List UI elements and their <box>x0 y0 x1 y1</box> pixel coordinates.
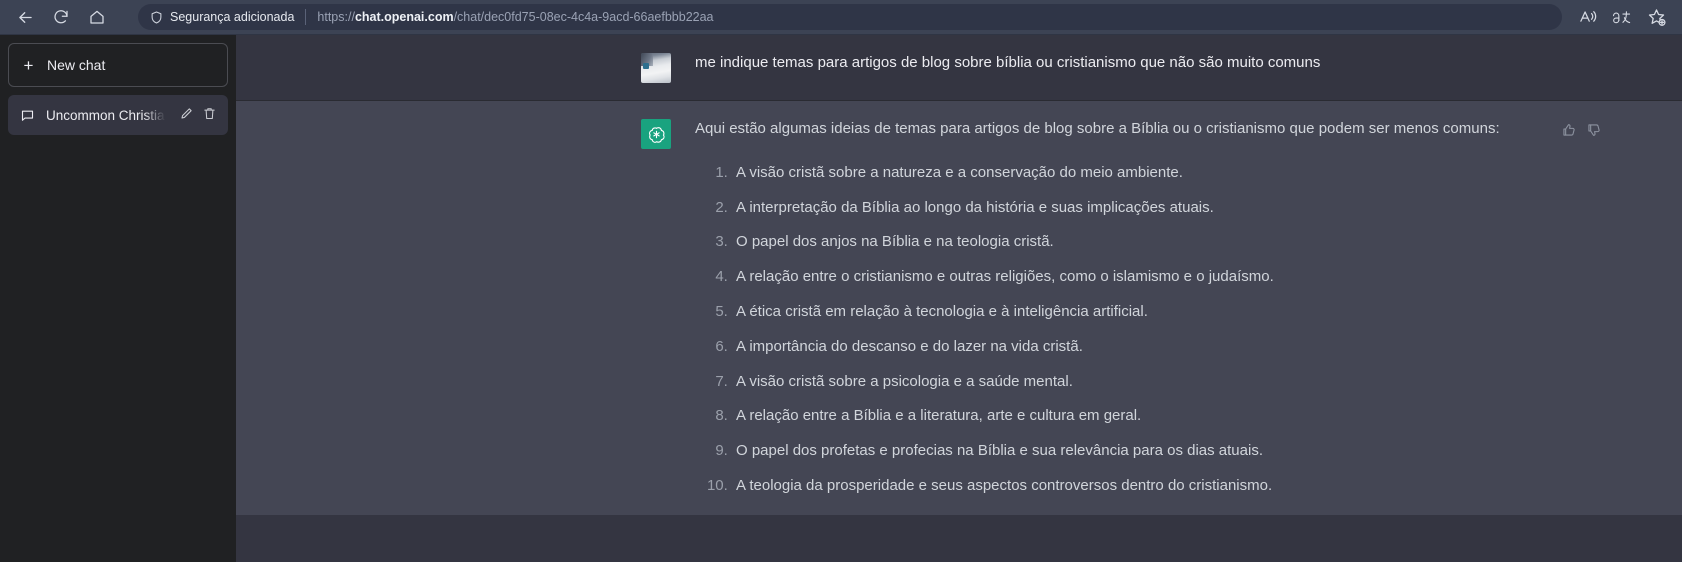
conversation: me indique temas para artigos de blog so… <box>236 35 1682 562</box>
browser-toolbar: Segurança adicionada https://chat.openai… <box>0 0 1682 35</box>
list-item: A importância do descanso e do lazer na … <box>732 336 1515 359</box>
avatar <box>641 53 671 83</box>
assistant-intro-text: Aqui estão algumas ideias de temas para … <box>695 120 1500 137</box>
list-item: O papel dos profetas e profecias na Bíbl… <box>732 440 1515 463</box>
list-item: A visão cristã sobre a psicologia e a sa… <box>732 371 1515 394</box>
chat-item-actions <box>179 106 217 124</box>
back-arrow-icon[interactable] <box>10 2 40 32</box>
user-message-text: me indique temas para artigos de blog so… <box>695 54 1321 71</box>
new-chat-label: New chat <box>47 57 106 73</box>
thumbs-down-icon[interactable] <box>1586 122 1602 138</box>
chat-bubble-icon <box>20 108 35 123</box>
list-item: A relação entre o cristianismo e outras … <box>732 266 1515 289</box>
url-scheme: https:// <box>317 10 355 24</box>
home-icon[interactable] <box>82 2 112 32</box>
add-favorite-icon[interactable] <box>1640 2 1672 32</box>
message-feedback-actions <box>1561 122 1602 138</box>
url-text: https://chat.openai.com/chat/dec0fd75-08… <box>317 10 713 24</box>
sidebar: + New chat Uncommon Christian Bl <box>0 35 236 562</box>
refresh-icon[interactable] <box>46 2 76 32</box>
list-item: A teologia da prosperidade e seus aspect… <box>732 475 1515 498</box>
security-shield-icon <box>149 10 164 25</box>
list-item: A relação entre a Bíblia e a literatura,… <box>732 405 1515 428</box>
chatgpt-logo-icon <box>641 119 671 149</box>
list-item: A interpretação da Bíblia ao longo da hi… <box>732 197 1515 220</box>
translate-icon[interactable] <box>1606 2 1638 32</box>
assistant-topic-list: A visão cristã sobre a natureza e a cons… <box>695 162 1515 498</box>
list-item: O papel dos anjos na Bíblia e na teologi… <box>732 231 1515 254</box>
list-item: A ética cristã em relação à tecnologia e… <box>732 301 1515 324</box>
app-shell: + New chat Uncommon Christian Bl <box>0 35 1682 562</box>
message-text: me indique temas para artigos de blog so… <box>695 52 1602 75</box>
sidebar-chat-item[interactable]: Uncommon Christian Bl <box>8 95 228 135</box>
omnibox-divider <box>305 9 307 25</box>
toolbar-actions <box>1572 2 1672 32</box>
plus-icon: + <box>23 55 34 75</box>
trash-icon[interactable] <box>202 106 217 124</box>
security-label: Segurança adicionada <box>170 10 295 24</box>
new-chat-button[interactable]: + New chat <box>8 43 228 87</box>
message-row-user: me indique temas para artigos de blog so… <box>236 35 1682 100</box>
message-row-assistant: Aqui estão algumas ideias de temas para … <box>236 100 1682 515</box>
read-aloud-icon[interactable] <box>1572 2 1604 32</box>
pencil-icon[interactable] <box>179 106 194 124</box>
chat-item-title: Uncommon Christian Bl <box>46 107 168 123</box>
thumbs-up-icon[interactable] <box>1561 122 1577 138</box>
url-host: chat.openai.com <box>354 10 454 24</box>
url-path: /chat/dec0fd75-08ec-4c4a-9acd-66aefbbb22… <box>453 10 714 24</box>
list-item: A visão cristã sobre a natureza e a cons… <box>732 162 1515 185</box>
message-text: Aqui estão algumas ideias de temas para … <box>695 118 1515 498</box>
address-bar[interactable]: Segurança adicionada https://chat.openai… <box>138 4 1562 30</box>
